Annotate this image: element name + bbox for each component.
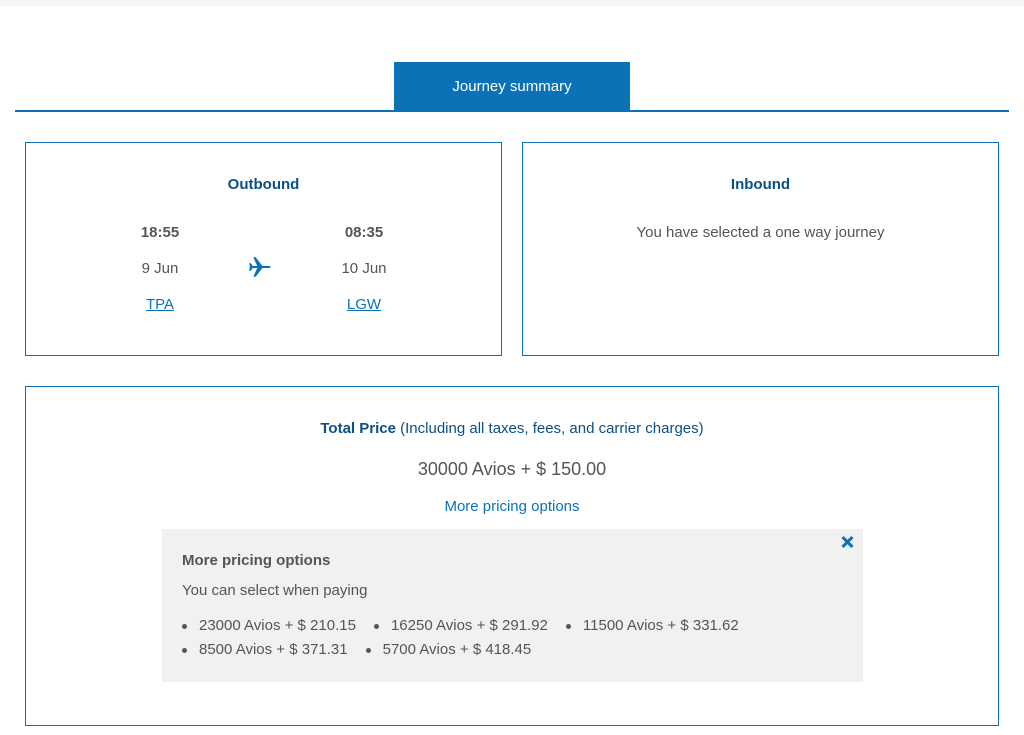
price-card: Total Price (Including all taxes, fees, … [25,386,999,726]
more-pricing-options-link[interactable]: More pricing options [26,498,998,515]
tab-bar: Journey summary [15,62,1009,112]
pricing-options-subtitle: You can select when paying [182,582,368,599]
pricing-options-title: More pricing options [182,552,331,569]
departure-time: 18:55 [140,224,180,241]
plane-icon [249,257,271,277]
inbound-card: Inbound You have selected a one way jour… [522,142,999,356]
tab-journey-summary[interactable]: Journey summary [394,62,630,110]
departure-airport-link[interactable]: TPA [110,296,210,313]
total-price-label: Total Price [320,420,396,437]
outbound-title: Outbound [227,176,300,193]
total-price-line: Total Price (Including all taxes, fees, … [26,420,998,437]
pricing-option: 23000 Avios + $ 210.15 [182,614,356,638]
pricing-option: 11500 Avios + $ 331.62 [565,614,739,638]
total-price-note: (Including all taxes, fees, and carrier … [400,420,704,437]
total-price-amount: 30000 Avios + $ 150.00 [417,459,607,479]
bullet-icon [565,623,571,629]
pricing-options-panel: More pricing options You can select when… [162,529,863,682]
arrival-date: 10 Jun [341,260,387,277]
close-icon[interactable] [839,534,855,550]
arrival-time: 08:35 [344,224,384,241]
pricing-option-label: 5700 Avios + $ 418.45 [382,641,532,658]
bullet-icon [182,647,187,653]
top-strip [0,0,1024,6]
bullet-icon [182,623,187,629]
bullet-icon [365,647,371,653]
pricing-option: 16250 Avios + $ 291.92 [373,614,548,638]
inbound-title: Inbound [730,176,791,193]
bullet-icon [373,623,379,629]
pricing-option: 8500 Avios + $ 371.31 [182,638,348,662]
pricing-option-label: 8500 Avios + $ 371.31 [199,641,348,658]
pricing-option: 5700 Avios + $ 418.45 [365,638,532,662]
inbound-message: You have selected a one way journey [636,224,885,241]
pricing-option-label: 16250 Avios + $ 291.92 [390,617,548,634]
pricing-options-list: 23000 Avios + $ 210.15 16250 Avios + $ 2… [182,614,842,662]
pricing-option-label: 23000 Avios + $ 210.15 [199,617,356,634]
departure-date: 9 Jun [141,260,179,277]
arrival-airport-link[interactable]: LGW [314,296,414,313]
outbound-card: Outbound 18:55 9 Jun TPA 08:35 10 Jun LG… [25,142,502,356]
pricing-option-label: 11500 Avios + $ 331.62 [582,617,739,634]
